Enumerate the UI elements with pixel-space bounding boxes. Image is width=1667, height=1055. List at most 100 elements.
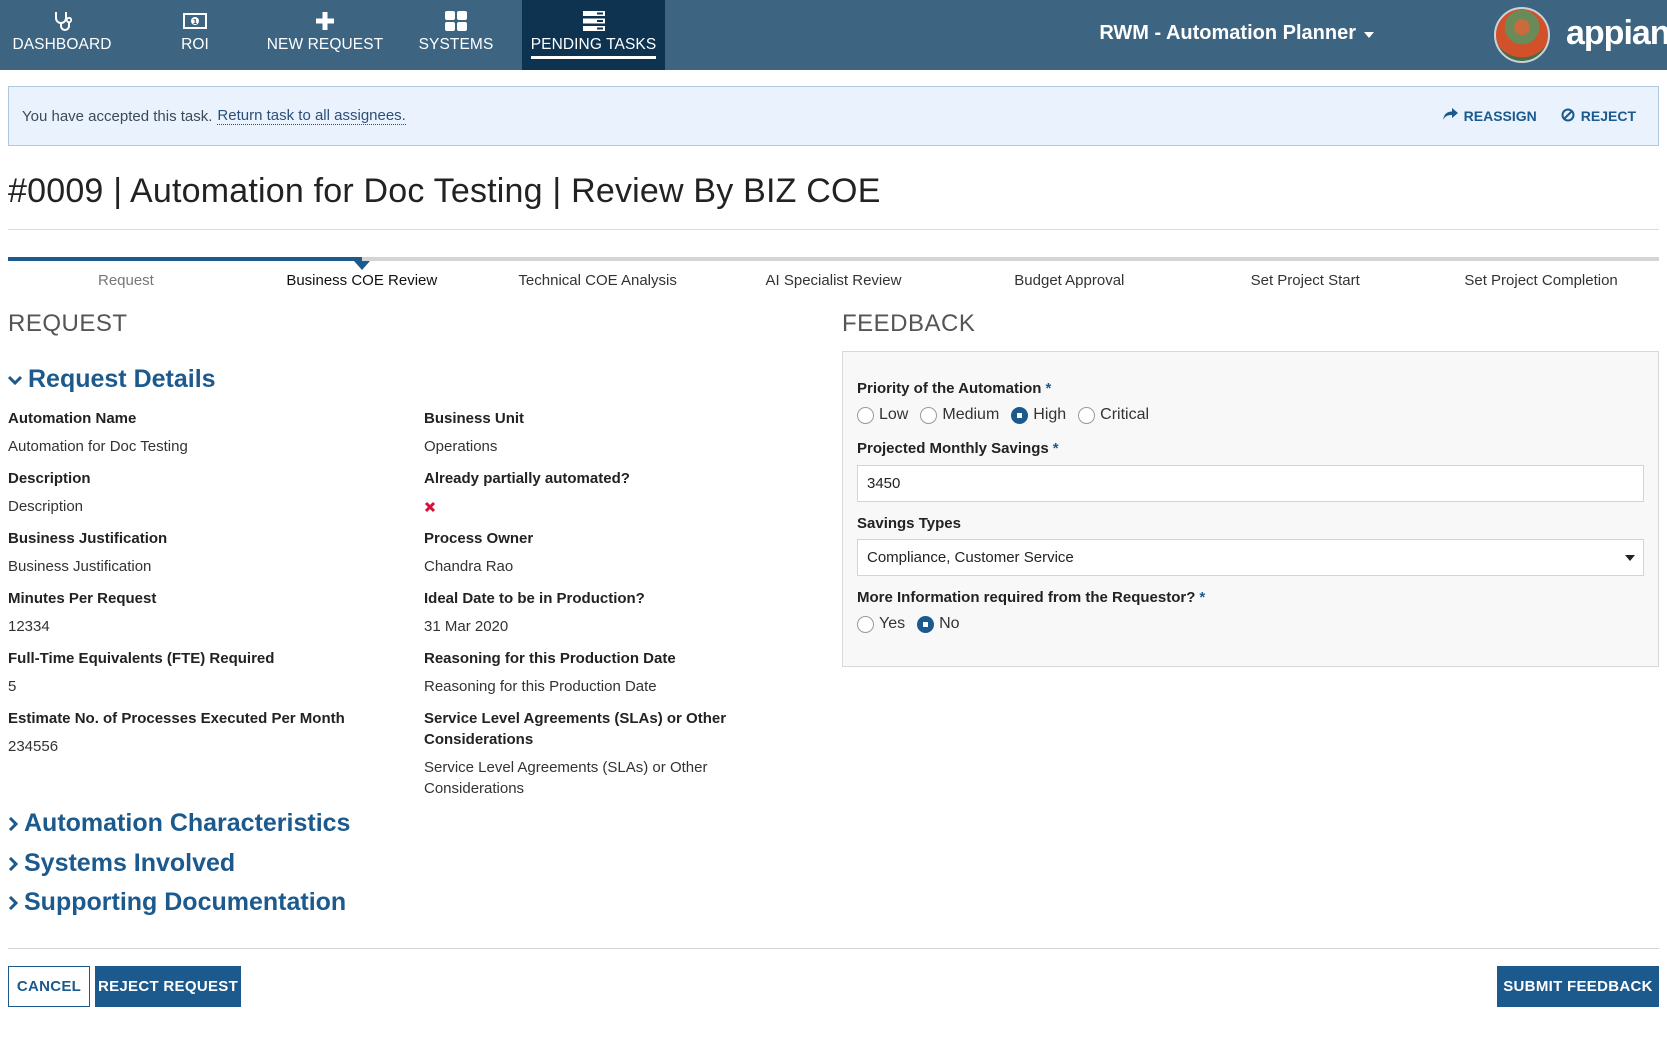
radio-label: Medium bbox=[942, 406, 1000, 423]
required-asterisk: * bbox=[1199, 589, 1206, 606]
return-task-link[interactable]: Return task to all assignees. bbox=[217, 107, 406, 125]
priority-radio-low[interactable]: Low bbox=[857, 406, 908, 424]
current-step-pointer bbox=[353, 261, 370, 270]
step-set-project-start[interactable]: Set Project Start bbox=[1187, 272, 1423, 289]
savings-types-select[interactable]: Compliance, Customer Service bbox=[857, 539, 1644, 576]
savings-label-text: Projected Monthly Savings bbox=[857, 440, 1049, 457]
field-value: Service Level Agreements (SLAs) or Other… bbox=[424, 759, 708, 797]
systems-involved-toggle[interactable]: Systems Involved bbox=[8, 849, 235, 878]
nav-tab-roi[interactable]: 1 ROI bbox=[150, 0, 240, 70]
task-accepted-banner: You have accepted this task. Return task… bbox=[8, 86, 1659, 146]
reject-label: REJECT bbox=[1580, 108, 1636, 124]
reassign-button[interactable]: REASSIGN bbox=[1442, 108, 1537, 124]
field-business-unit: Business Unit Operations bbox=[424, 408, 804, 457]
field-label: Reasoning for this Production Date bbox=[424, 650, 676, 667]
priority-radio-high[interactable]: High bbox=[1011, 406, 1066, 424]
submit-feedback-button[interactable]: SUBMIT FEEDBACK bbox=[1497, 966, 1659, 1007]
red-x-icon bbox=[424, 500, 436, 517]
banner-message: You have accepted this task. bbox=[22, 107, 213, 125]
field-value: 5 bbox=[8, 678, 17, 695]
reject-task-button[interactable]: REJECT bbox=[1561, 108, 1636, 125]
share-arrow-icon bbox=[1442, 108, 1458, 124]
priority-radio-medium[interactable]: Medium bbox=[920, 406, 999, 424]
field-label: Minutes Per Request bbox=[8, 590, 157, 607]
field-automation-name: Automation Name Automation for Doc Testi… bbox=[8, 408, 388, 457]
svg-text:1: 1 bbox=[193, 18, 198, 26]
dropdown-caret-icon bbox=[1625, 555, 1635, 561]
field-business-justification: Business Justification Business Justific… bbox=[8, 528, 388, 577]
required-asterisk: * bbox=[1045, 380, 1052, 397]
nav-tab-dashboard[interactable]: DASHBOARD bbox=[0, 0, 124, 70]
request-details-toggle[interactable]: Request Details bbox=[8, 365, 216, 394]
radio-button[interactable] bbox=[857, 615, 874, 633]
nav-tab-label: ROI bbox=[181, 36, 209, 53]
tasks-list-icon bbox=[582, 10, 605, 32]
progress-bar-fill bbox=[8, 257, 362, 261]
nav-tab-label: NEW REQUEST bbox=[266, 36, 384, 53]
priority-radio-critical[interactable]: Critical bbox=[1078, 406, 1149, 424]
cancel-button[interactable]: CANCEL bbox=[8, 966, 90, 1007]
field-description: Description Description bbox=[8, 468, 388, 517]
radio-button-selected[interactable] bbox=[1011, 406, 1029, 424]
title-divider bbox=[8, 229, 1659, 230]
field-value: 12334 bbox=[8, 618, 50, 635]
more-info-radio-yes[interactable]: Yes bbox=[857, 615, 905, 633]
step-set-project-completion[interactable]: Set Project Completion bbox=[1423, 272, 1659, 289]
nav-tab-systems[interactable]: SYSTEMS bbox=[410, 0, 502, 70]
more-info-radio-no[interactable]: No bbox=[917, 615, 960, 633]
radio-button[interactable] bbox=[920, 406, 938, 424]
field-minutes-per-request: Minutes Per Request 12334 bbox=[8, 588, 388, 637]
field-value: Description bbox=[8, 498, 84, 515]
reassign-label: REASSIGN bbox=[1463, 108, 1537, 124]
radio-label: Critical bbox=[1100, 406, 1150, 423]
radio-button[interactable] bbox=[1078, 406, 1096, 424]
monthly-savings-input[interactable]: 3450 bbox=[857, 465, 1644, 502]
request-details-heading: Request Details bbox=[28, 365, 216, 393]
top-navigation-bar: DASHBOARD 1 ROI NEW REQUEST SYSTEMS PEND… bbox=[0, 0, 1667, 70]
field-value: 31 Mar 2020 bbox=[424, 618, 509, 635]
section-title: Automation Characteristics bbox=[24, 809, 351, 837]
step-technical-coe-analysis[interactable]: Technical COE Analysis bbox=[480, 272, 716, 289]
app-switcher[interactable]: RWM - Automation Planner bbox=[1099, 22, 1374, 45]
field-ideal-date: Ideal Date to be in Production? 31 Mar 2… bbox=[424, 588, 804, 637]
field-label: Process Owner bbox=[424, 530, 534, 547]
field-label: Already partially automated? bbox=[424, 470, 630, 487]
more-info-label: More Information required from the Reque… bbox=[857, 589, 1205, 606]
field-label: Business Unit bbox=[424, 410, 525, 427]
more-info-radio-group: Yes No bbox=[857, 615, 972, 633]
radio-button-selected[interactable] bbox=[917, 615, 935, 633]
step-request[interactable]: Request bbox=[8, 272, 244, 289]
chevron-right-icon bbox=[8, 856, 18, 871]
field-fte-required: Full-Time Equivalents (FTE) Required 5 bbox=[8, 648, 388, 697]
automation-characteristics-toggle[interactable]: Automation Characteristics bbox=[8, 809, 350, 838]
step-business-coe-review[interactable]: Business COE Review bbox=[244, 272, 480, 289]
section-title: Systems Involved bbox=[24, 849, 236, 877]
page-title: #0009 | Automation for Doc Testing | Rev… bbox=[8, 172, 881, 210]
more-info-label-text: More Information required from the Reque… bbox=[857, 589, 1196, 606]
feedback-heading: FEEDBACK bbox=[842, 310, 976, 337]
field-value bbox=[424, 496, 804, 519]
field-value: Chandra Rao bbox=[424, 558, 514, 575]
plus-icon bbox=[316, 10, 334, 32]
field-value: 234556 bbox=[8, 738, 59, 755]
step-ai-specialist-review[interactable]: AI Specialist Review bbox=[716, 272, 952, 289]
field-processes-per-month: Estimate No. of Processes Executed Per M… bbox=[8, 708, 388, 757]
supporting-documentation-toggle[interactable]: Supporting Documentation bbox=[8, 888, 346, 917]
app-title: RWM - Automation Planner bbox=[1099, 22, 1356, 44]
field-value: Automation for Doc Testing bbox=[8, 438, 188, 455]
nav-tab-new-request[interactable]: NEW REQUEST bbox=[262, 0, 388, 70]
reject-request-button[interactable]: REJECT REQUEST bbox=[95, 966, 241, 1007]
grid-icon bbox=[445, 10, 467, 32]
field-process-owner: Process Owner Chandra Rao bbox=[424, 528, 804, 577]
nav-tab-pending-tasks[interactable]: PENDING TASKS bbox=[522, 0, 665, 70]
field-label: Automation Name bbox=[8, 410, 137, 427]
field-label: Estimate No. of Processes Executed Per M… bbox=[8, 710, 345, 727]
field-reasoning-date: Reasoning for this Production Date Reaso… bbox=[424, 648, 804, 697]
user-avatar[interactable] bbox=[1494, 7, 1550, 63]
nav-tab-label: SYSTEMS bbox=[418, 36, 494, 53]
radio-button[interactable] bbox=[857, 406, 874, 424]
field-label: Service Level Agreements (SLAs) or Other… bbox=[424, 710, 727, 748]
field-slas: Service Level Agreements (SLAs) or Other… bbox=[424, 708, 764, 799]
step-budget-approval[interactable]: Budget Approval bbox=[951, 272, 1187, 289]
priority-radio-group: Low Medium High Critical bbox=[857, 406, 1161, 424]
